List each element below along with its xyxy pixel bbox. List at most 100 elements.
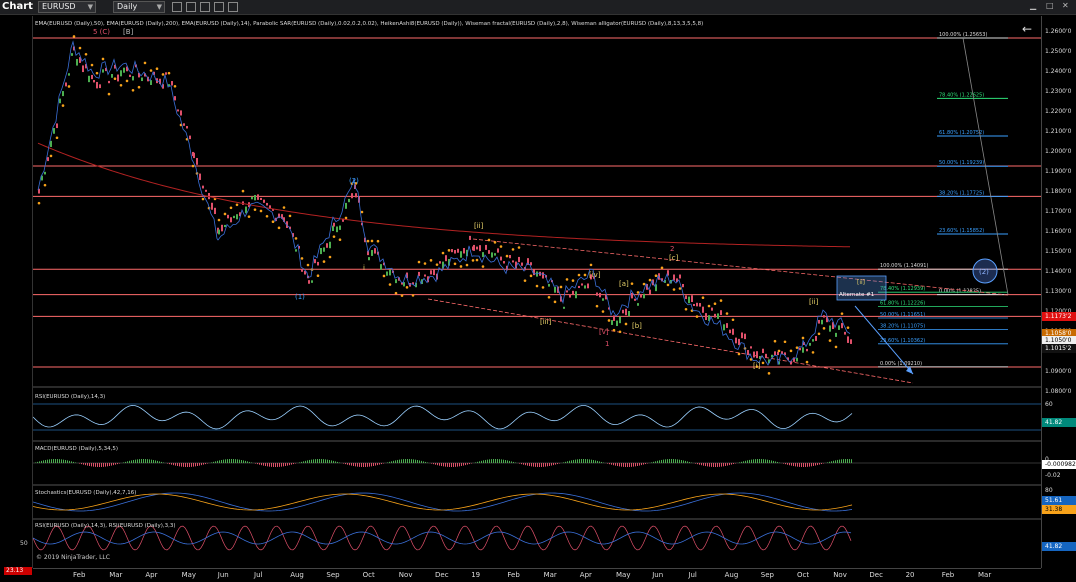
- candle: [777, 351, 779, 356]
- macd-bar: [573, 459, 574, 463]
- sar-dot: [67, 85, 71, 88]
- period-selector[interactable]: Daily ▼: [113, 1, 165, 13]
- back-arrow-icon[interactable]: ←: [1022, 22, 1032, 36]
- macd-bar: [507, 460, 508, 463]
- macd-bar: [689, 461, 690, 463]
- target-circle-label: (2): [979, 268, 989, 276]
- price-axis[interactable]: 1.2600'0 1.2500'0 1.2400'0 1.2300'0 1.2200'0…: [1041, 16, 1076, 568]
- minimize-icon[interactable]: ▁: [1030, 1, 1036, 10]
- close-icon[interactable]: ✕: [1062, 1, 1069, 10]
- draw-icon[interactable]: [200, 2, 210, 12]
- macd-bar: [795, 463, 796, 467]
- candle: [616, 320, 618, 327]
- macd-bar: [509, 460, 510, 463]
- macd-bar: [329, 459, 330, 463]
- macd-bar: [75, 462, 76, 463]
- candle: [575, 291, 577, 299]
- candle: [753, 351, 755, 358]
- macd-bar: [265, 463, 266, 467]
- sar-dot: [475, 258, 479, 262]
- price-tag-red: 1.1173'2: [1042, 312, 1076, 322]
- candle: [177, 109, 179, 112]
- macd-bar: [463, 463, 464, 466]
- time-axis[interactable]: Feb Mar Apr May Jun Jul Aug Sep Oct Nov Dec 19 Feb Ma…: [33, 568, 1041, 582]
- sar-dot: [388, 283, 392, 286]
- sar-dot: [37, 201, 41, 205]
- macd-bar: [233, 459, 234, 463]
- time-axis-tick: Apr: [145, 571, 158, 579]
- candle: [233, 215, 235, 219]
- macd-bar: [497, 459, 498, 463]
- rsi2-tick-50: 50: [20, 540, 28, 547]
- candle: [308, 280, 310, 284]
- sar-dot: [767, 372, 771, 375]
- settings-icon[interactable]: [228, 2, 238, 12]
- candle: [117, 74, 119, 82]
- fib-lower-label: 50.00% (1.11651): [880, 312, 925, 318]
- macd-bar: [679, 459, 680, 463]
- sar-dot: [761, 361, 765, 365]
- macd-bar: [641, 463, 642, 466]
- macd-bar: [307, 460, 308, 463]
- candle: [91, 74, 93, 80]
- macd-bar: [677, 459, 678, 463]
- sar-dot: [713, 302, 717, 306]
- macd-bar: [245, 460, 246, 463]
- macd-bar: [359, 463, 360, 467]
- instrument-selector[interactable]: EURUSD ▼: [38, 1, 96, 13]
- time-axis-tick: Mar: [109, 571, 123, 579]
- sar-dot: [541, 286, 545, 289]
- price-axis-tick: 1.2600'0: [1045, 28, 1072, 35]
- macd-bar: [351, 463, 352, 466]
- maximize-icon[interactable]: □: [1046, 1, 1054, 10]
- sar-dot: [277, 226, 281, 230]
- candle: [806, 348, 808, 352]
- macd-bar: [175, 463, 176, 466]
- macd-bar: [685, 460, 686, 463]
- macd-bar: [603, 462, 604, 463]
- time-axis-tick: Feb: [941, 571, 955, 579]
- macd-bar: [589, 459, 590, 463]
- candle: [599, 292, 601, 298]
- price-axis-tick: 1.1800'0: [1045, 188, 1072, 195]
- macd-bar: [803, 463, 804, 467]
- macd-bar: [477, 461, 478, 463]
- zoom-icon[interactable]: [172, 2, 182, 12]
- macd-bar: [161, 461, 162, 463]
- chart-area[interactable]: 100.00% (1.25653) 78.40% (1.22625) 61.80% …: [33, 16, 1041, 568]
- sar-dot: [822, 327, 826, 330]
- fib-upper-label: 23.60% (1.15852): [939, 228, 984, 234]
- cursor-icon[interactable]: [186, 2, 196, 12]
- grid-icon[interactable]: [214, 2, 224, 12]
- macd-bar: [213, 461, 214, 463]
- macd-bar: [289, 463, 290, 466]
- candle: [93, 79, 95, 83]
- macd-bar: [639, 463, 640, 466]
- sar-dot: [300, 257, 304, 260]
- macd-bar: [529, 463, 530, 467]
- sar-dot: [271, 220, 275, 224]
- macd-bar: [797, 463, 798, 467]
- macd-bar: [717, 463, 718, 467]
- macd-bar: [229, 459, 230, 463]
- macd-bar: [349, 463, 350, 466]
- wave-label: [ii]: [809, 298, 819, 306]
- macd-bar: [851, 459, 852, 463]
- rsi-line: [33, 405, 853, 430]
- candle: [227, 214, 229, 219]
- candle: [838, 325, 840, 330]
- candle: [572, 290, 574, 295]
- sar-dot: [405, 286, 409, 289]
- channel-lower: [427, 298, 914, 384]
- macd-bar: [459, 463, 460, 467]
- macd-bar: [215, 461, 216, 463]
- sar-dot: [282, 206, 286, 209]
- sar-dot: [241, 189, 245, 193]
- macd-bar: [841, 459, 842, 463]
- sar-dot: [493, 241, 497, 244]
- candle: [463, 248, 465, 254]
- candle: [512, 260, 514, 263]
- macd-bar: [475, 462, 476, 463]
- macd-bar: [443, 463, 444, 467]
- macd-bar: [311, 459, 312, 463]
